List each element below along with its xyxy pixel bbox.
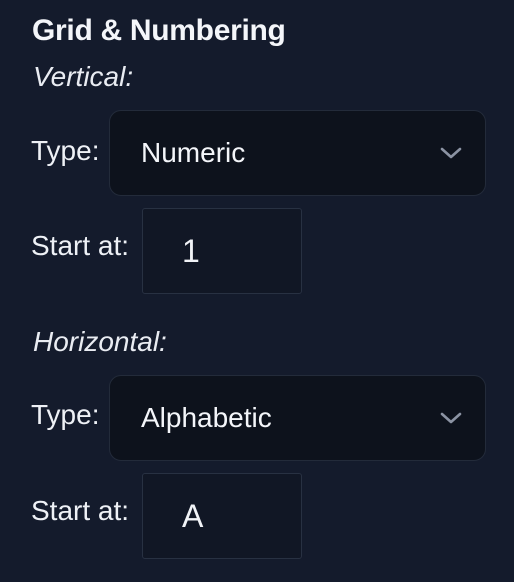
vertical-start-input[interactable]: 1 (142, 208, 302, 294)
grid-numbering-panel: Grid & Numbering Vertical: Type: Numeric… (0, 0, 514, 582)
horizontal-heading: Horizontal: (33, 326, 167, 357)
vertical-type-value: Numeric (141, 137, 246, 168)
vertical-heading: Vertical: (33, 61, 134, 92)
vertical-type-label: Type: (31, 135, 100, 166)
vertical-start-value: 1 (182, 233, 200, 269)
vertical-start-label: Start at: (31, 230, 130, 261)
horizontal-start-input[interactable]: A (142, 473, 302, 559)
horizontal-type-label: Type: (31, 399, 100, 430)
horizontal-type-value: Alphabetic (141, 402, 272, 433)
horizontal-start-label: Start at: (31, 495, 130, 526)
horizontal-type-select[interactable]: Alphabetic (109, 375, 486, 461)
chevron-down-icon (440, 412, 462, 424)
chevron-down-icon (440, 147, 462, 159)
vertical-type-select[interactable]: Numeric (109, 110, 486, 196)
panel-title: Grid & Numbering (32, 14, 286, 47)
horizontal-start-value: A (182, 498, 204, 534)
